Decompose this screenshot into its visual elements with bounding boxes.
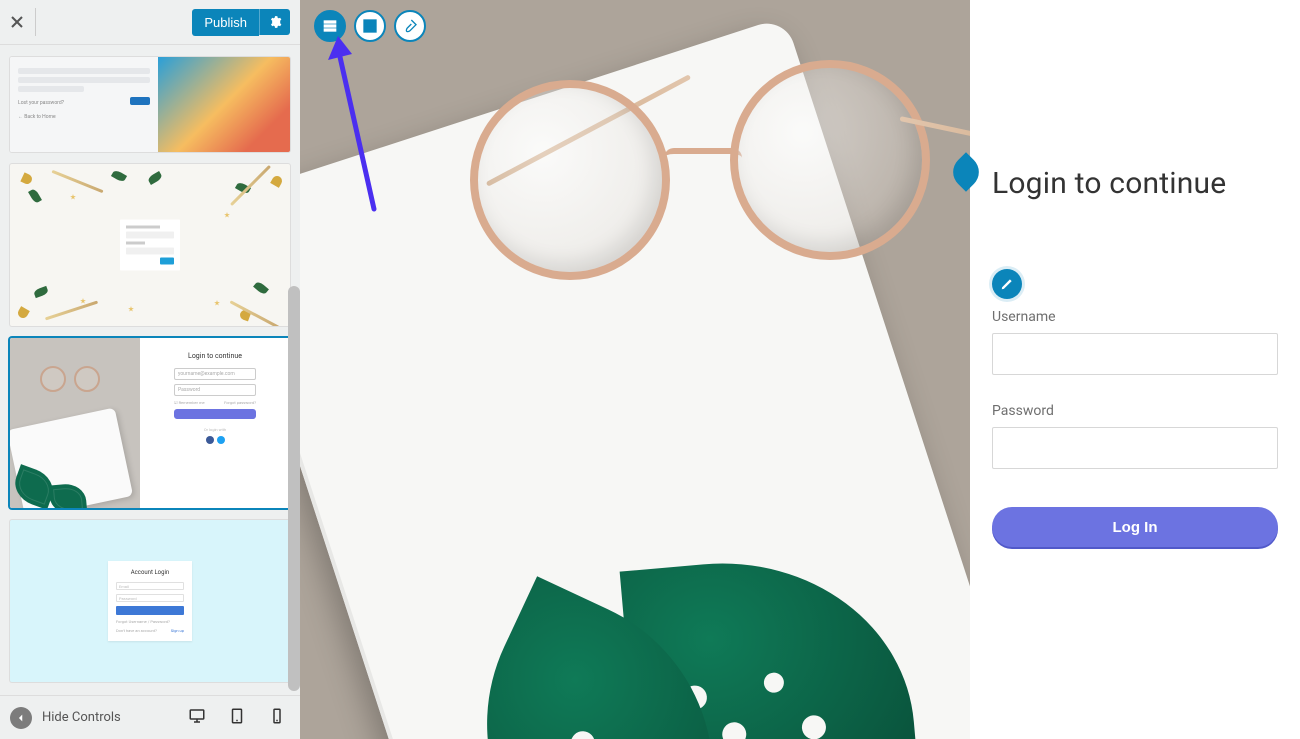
chevron-left-icon [10,707,32,729]
template-title: Account Login [116,569,184,576]
close-customizer-button[interactable] [8,8,36,36]
edit-field-button[interactable] [992,269,1022,299]
template-title: Login to continue [188,352,242,360]
login-form-panel: Login to continue Username Password Log … [970,0,1300,739]
username-label: Username [992,309,1278,325]
customizer-sidebar: Publish Lost your password? ← Back to Ho… [0,0,300,739]
pencil-icon [1000,277,1014,291]
desktop-preview-button[interactable] [188,707,206,729]
sidebar-scrollbar[interactable] [286,286,300,691]
hide-controls-toggle[interactable]: Hide Controls [10,707,121,729]
login-heading: Login to continue [992,166,1278,201]
device-preview-switcher [188,707,286,729]
tablet-icon [228,707,246,725]
template-thumbnail-selected[interactable]: Login to continue yourname@example.com P… [10,338,290,508]
template-thumbnail[interactable]: Lost your password? ← Back to Home [10,57,290,152]
password-input[interactable] [992,427,1278,469]
template-list[interactable]: Lost your password? ← Back to Home [0,45,300,695]
edit-column-button[interactable] [354,10,386,42]
mobile-icon [268,707,286,725]
section-edit-toolbar [314,10,426,42]
close-icon [11,16,23,28]
mobile-preview-button[interactable] [268,707,286,729]
live-preview: Login to continue Username Password Log … [300,0,1300,739]
brush-icon [402,18,418,34]
edit-row-button[interactable] [314,10,346,42]
sidebar-footer: Hide Controls [0,695,300,739]
publish-group: Publish [192,9,290,36]
gear-icon [268,15,282,29]
tablet-preview-button[interactable] [228,707,246,729]
hero-image [300,0,970,739]
rows-icon [322,18,338,34]
template-thumbnail[interactable] [10,164,290,326]
publish-button[interactable]: Publish [192,9,259,36]
password-label: Password [992,403,1278,419]
template-thumbnail[interactable]: Account Login Email Password Forgot User… [10,520,290,682]
username-input[interactable] [992,333,1278,375]
hide-controls-label: Hide Controls [42,710,121,725]
columns-icon [362,18,378,34]
desktop-icon [188,707,206,725]
sidebar-topbar: Publish [0,0,300,45]
login-submit-button[interactable]: Log In [992,507,1278,547]
publish-settings-button[interactable] [259,9,290,35]
style-button[interactable] [394,10,426,42]
